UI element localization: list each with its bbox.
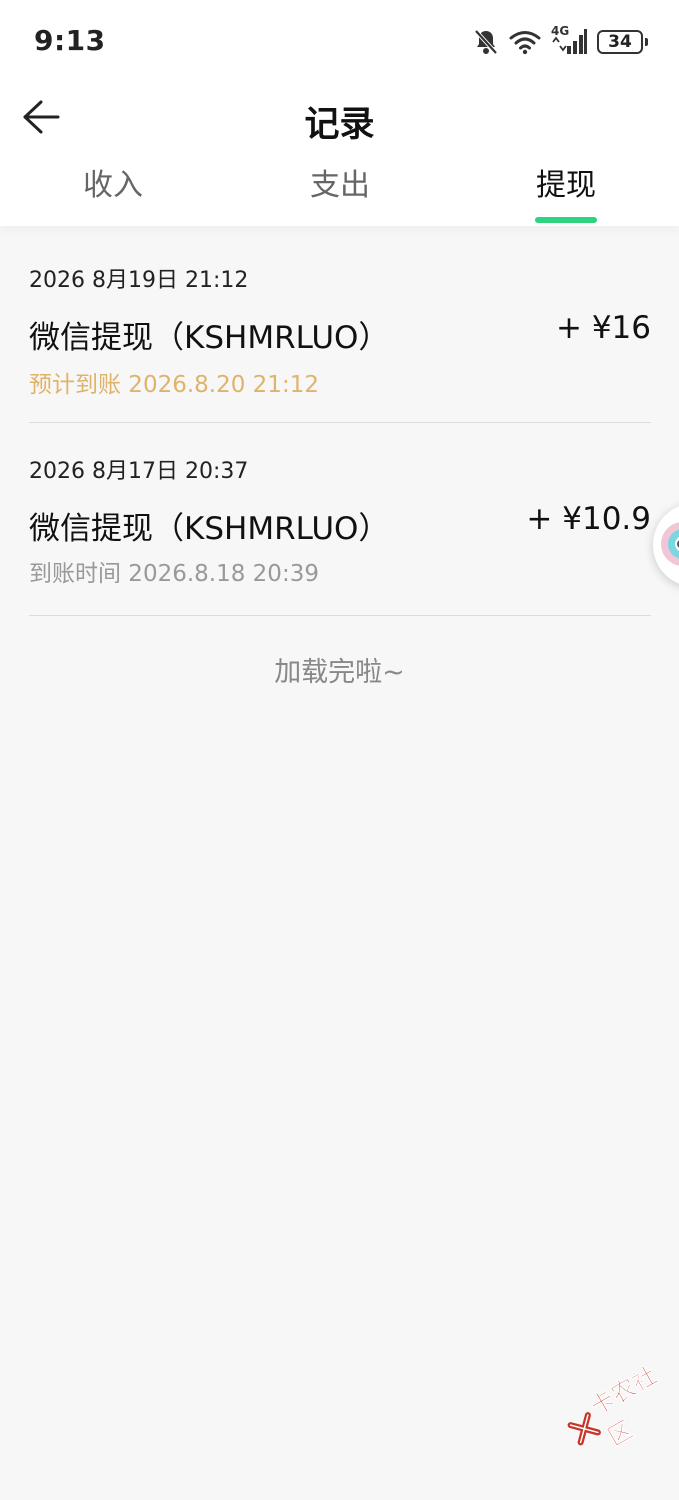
page-title: 记录 <box>304 105 375 145</box>
status-icons: 4G 34 <box>473 24 648 58</box>
wifi-icon <box>509 29 541 55</box>
record-list: 2026 8月19日 21:12 微信提现（KSHMRLUO） + ¥16 预计… <box>29 226 651 616</box>
battery-level: 34 <box>608 31 632 52</box>
tab-bar: 收入 支出 提现 <box>0 160 679 226</box>
record-amount: + ¥10.9 <box>526 501 651 537</box>
bell-off-icon <box>473 28 499 56</box>
record-title: 微信提现（KSHMRLUO） <box>29 320 390 356</box>
list-item[interactable]: 2026 8月19日 21:12 微信提现（KSHMRLUO） + ¥16 预计… <box>29 226 651 423</box>
record-date: 2026 8月17日 20:37 <box>29 459 249 484</box>
status-time: 9:13 <box>34 24 106 57</box>
battery-icon: 34 <box>597 30 648 54</box>
record-amount: + ¥16 <box>556 310 651 346</box>
tab-active-indicator <box>535 217 597 223</box>
tab-expense[interactable]: 支出 <box>280 160 400 204</box>
record-status: 预计到账 2026.8.20 21:12 <box>29 372 319 398</box>
list-item[interactable]: 2026 8月17日 20:37 微信提现（KSHMRLUO） + ¥10.9 … <box>29 423 651 616</box>
tab-income[interactable]: 收入 <box>53 160 173 204</box>
floating-assistant-button[interactable] <box>653 503 679 587</box>
record-title: 微信提现（KSHMRLUO） <box>29 511 390 547</box>
signal-icon: 4G <box>551 24 587 56</box>
tab-withdraw[interactable]: 提现 <box>506 160 626 223</box>
record-status: 到账时间 2026.8.18 20:39 <box>29 561 319 587</box>
status-bar: 9:13 4G 34 <box>0 0 679 84</box>
header: 记录 收入 支出 提现 <box>0 84 679 226</box>
load-end-text: 加载完啦~ <box>274 657 405 688</box>
tab-withdraw-label: 提现 <box>536 168 596 203</box>
screen: 9:13 4G 34 记录 收入 支出 提现 2026 8月19日 21:12 … <box>0 0 679 1500</box>
watermark: 卡农社区 <box>557 1354 679 1467</box>
record-date: 2026 8月19日 21:12 <box>29 268 249 293</box>
